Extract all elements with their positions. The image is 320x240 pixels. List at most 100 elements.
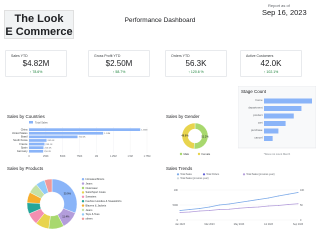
legend-swatch bbox=[202, 173, 206, 176]
data-label: 1.65M bbox=[141, 129, 147, 131]
series-point bbox=[277, 195, 279, 197]
legend-label: Male bbox=[184, 152, 190, 156]
stage-title: Stage Count bbox=[241, 89, 267, 94]
kpi-delta: ↑ 78.6% bbox=[29, 70, 43, 74]
y-tick-label: 10K bbox=[174, 189, 179, 192]
legend-label: Total Sales bbox=[35, 121, 48, 125]
legend-swatch bbox=[81, 213, 85, 216]
x-tick-label: 500K bbox=[60, 155, 66, 158]
legend-swatch bbox=[176, 173, 180, 176]
trends-chart-title: Sales Trends bbox=[166, 166, 193, 171]
legend-label: Total Orders bbox=[206, 173, 220, 176]
legend-swatch bbox=[197, 152, 201, 156]
x-tick-label: May 2023 bbox=[234, 223, 245, 226]
kpi-value: 56.3K bbox=[185, 59, 207, 68]
kpi-value: $4.82M bbox=[22, 59, 50, 68]
legend-swatch bbox=[81, 191, 85, 194]
data-label: 262.0K bbox=[48, 140, 55, 142]
x-tick-label: 1M bbox=[95, 155, 98, 158]
category-label: Spain bbox=[21, 145, 28, 149]
gender-chart-title: Sales by Gender bbox=[166, 114, 200, 119]
legend-label: Tops & Tees bbox=[86, 212, 101, 216]
bar bbox=[29, 139, 47, 142]
stage-bar bbox=[264, 113, 294, 119]
legend-swatch bbox=[81, 178, 85, 181]
data-label: 233.1K bbox=[46, 144, 53, 146]
legend-swatch bbox=[81, 182, 85, 185]
series-point bbox=[238, 207, 240, 209]
pie-slice bbox=[51, 178, 78, 214]
kpi-delta: ↑ 120.6 % bbox=[188, 70, 204, 74]
brand-line-2: E Commerce bbox=[5, 26, 73, 38]
x-tick-label: 1.75M bbox=[144, 155, 151, 158]
category-label: France bbox=[19, 142, 28, 146]
stage-bar bbox=[264, 121, 286, 126]
legend-label: Total Sales (previous year) bbox=[180, 177, 209, 180]
series-point bbox=[297, 192, 299, 193]
legend-label: Jeans bbox=[86, 208, 94, 212]
series-point bbox=[228, 208, 230, 210]
series-point bbox=[179, 210, 181, 211]
legend-swatch bbox=[81, 195, 85, 198]
data-label: 215.6K bbox=[44, 147, 51, 149]
gender-donut-chart: 51.2% 48.8% Male Female bbox=[179, 122, 211, 156]
legend-label: Jeans bbox=[86, 181, 94, 185]
legend-label: Total Sales (previous year) bbox=[246, 173, 275, 176]
stage-bar bbox=[264, 106, 302, 111]
series-point bbox=[209, 210, 210, 211]
y-tick-label: 5000 bbox=[173, 204, 179, 207]
stage-label: department bbox=[248, 106, 262, 110]
series-point bbox=[277, 205, 279, 206]
series-point bbox=[268, 197, 269, 199]
series-point bbox=[189, 211, 191, 213]
legend-label: Fashion Hoodies & Sweatshirts bbox=[86, 199, 123, 203]
kpi-card-orders[interactable]: Orders YTD 56.3K ↑ 120.6 % bbox=[165, 50, 227, 77]
legend-label: Suits/Sport Coats bbox=[86, 190, 107, 194]
series-point bbox=[287, 193, 289, 195]
bar bbox=[29, 128, 141, 131]
kpi-card-active-customers[interactable]: Active Customers 42.0K ↑ 102.1% bbox=[240, 50, 302, 77]
series-point bbox=[199, 208, 201, 209]
y-tick-label-right: 5K bbox=[300, 204, 303, 207]
stage-bar bbox=[264, 136, 273, 141]
slice-label: 51.2% bbox=[201, 134, 209, 138]
series-point bbox=[287, 204, 289, 205]
legend-swatch bbox=[242, 173, 246, 176]
legend-swatch bbox=[29, 121, 33, 124]
kpi-label: Active Customers bbox=[246, 54, 274, 58]
countries-chart-title: Sales by Countries bbox=[7, 114, 45, 119]
slice-label: 30.9% bbox=[64, 192, 72, 196]
y-tick-label-right: 0 bbox=[300, 219, 302, 222]
slice-label: 48.8% bbox=[181, 134, 189, 138]
stage-bar bbox=[264, 128, 279, 134]
legend-swatch bbox=[81, 217, 85, 220]
series-point bbox=[209, 206, 210, 208]
trends-line-chart: Total Sales Total Orders Total Sales (prev… bbox=[173, 173, 305, 226]
products-chart-title: Sales by Products bbox=[7, 166, 44, 171]
kpi-card-sales[interactable]: Sales YTD $4.82M ↑ 78.6% bbox=[5, 50, 67, 77]
page-title: Performance Dashboard bbox=[124, 17, 196, 24]
category-label: China bbox=[21, 127, 28, 131]
legend-swatch bbox=[179, 152, 183, 156]
brand-logo: The Look E Commerce bbox=[4, 10, 74, 39]
legend-label: Outerwear bbox=[86, 186, 98, 190]
category-label: United States bbox=[12, 131, 28, 135]
stage-count-panel: Stage Count home department product cart purc… bbox=[238, 86, 316, 156]
legend-swatch bbox=[81, 208, 85, 212]
products-donut-chart: 30.9%11.4%Intimates/ShortsJeansOuterwear… bbox=[26, 177, 123, 230]
bar bbox=[29, 146, 44, 149]
kpi-card-gross-profit[interactable]: Gross Profit YTD $2.50M ↑ 58.7% bbox=[88, 50, 150, 77]
kpi-label: Orders YTD bbox=[171, 54, 190, 58]
stage-label: cart bbox=[258, 121, 263, 125]
x-tick-label: Jul 2023 bbox=[264, 223, 274, 226]
series-point bbox=[297, 203, 299, 205]
legend-label: others bbox=[86, 217, 94, 221]
y-tick-label-right: 10K bbox=[300, 189, 305, 192]
brand-line-1: The Look bbox=[14, 13, 64, 25]
x-tick-label: 750K bbox=[77, 155, 83, 158]
x-tick-label: 1.5M bbox=[127, 155, 132, 158]
series-point bbox=[248, 200, 250, 202]
x-tick-label: 250K bbox=[43, 155, 49, 158]
x-tick-label: Jan 2023 bbox=[175, 223, 186, 226]
series-point bbox=[199, 210, 201, 212]
